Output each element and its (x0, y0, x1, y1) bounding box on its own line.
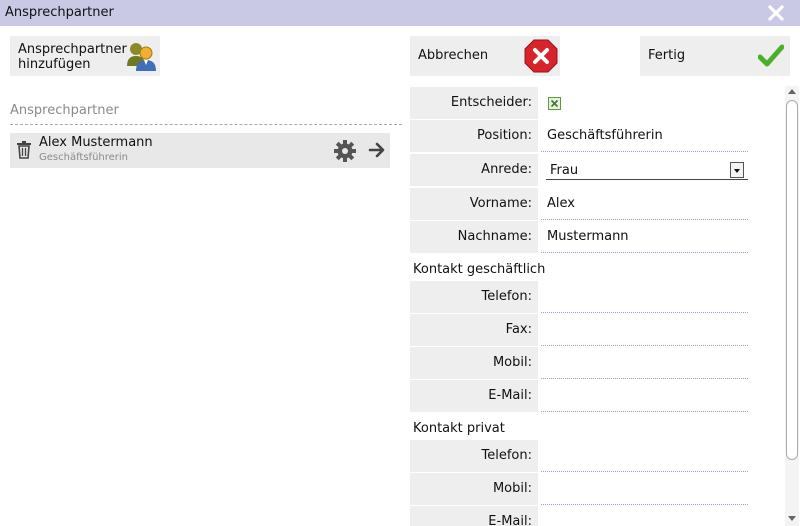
entscheider-label: Entscheider: (410, 87, 538, 119)
position-label: Position: (410, 120, 538, 152)
business-telefon-label: Telefon: (410, 281, 538, 313)
business-email-input[interactable] (541, 380, 748, 412)
business-contact-heading: Kontakt geschäftlich (413, 262, 546, 277)
divider (10, 124, 402, 125)
row-private-email: E-Mail: (410, 506, 750, 526)
private-contact-heading: Kontakt privat (413, 421, 505, 436)
scroll-up-icon[interactable] (788, 89, 796, 94)
vorname-input[interactable]: Alex (541, 188, 748, 220)
arrow-right-icon[interactable] (368, 141, 386, 159)
row-business-email: E-Mail: (410, 380, 750, 412)
nachname-input[interactable]: Mustermann (541, 221, 748, 253)
position-input[interactable]: Geschäftsführerin (541, 120, 748, 152)
private-email-label: E-Mail: (410, 506, 538, 526)
row-vorname: Vorname: Alex (410, 188, 750, 220)
cancel-x-icon (524, 39, 558, 73)
contact-name: Alex Mustermann (39, 135, 153, 150)
anrede-select[interactable]: Frau (546, 161, 748, 180)
gear-icon[interactable] (333, 139, 357, 163)
contacts-heading: Ansprechpartner (10, 103, 119, 118)
row-private-mobil: Mobil: (410, 473, 750, 505)
row-business-telefon: Telefon: (410, 281, 750, 313)
title-bar: Ansprechpartner (0, 0, 800, 26)
scroll-thumb[interactable] (786, 100, 798, 460)
done-button[interactable]: Fertig (640, 36, 790, 76)
add-contact-button[interactable]: Ansprechpartner hinzufügen (10, 36, 160, 76)
vorname-label: Vorname: (410, 188, 538, 220)
private-email-input[interactable] (541, 506, 748, 526)
users-icon (127, 43, 156, 71)
contact-role: Geschäftsführerin (39, 152, 129, 163)
row-anrede: Anrede: Frau (410, 154, 750, 186)
row-private-telefon: Telefon: (410, 440, 750, 472)
form-scrollbar[interactable] (785, 86, 799, 526)
add-contact-label: Ansprechpartner hinzufügen (18, 42, 127, 72)
business-email-label: E-Mail: (410, 380, 538, 412)
private-telefon-label: Telefon: (410, 440, 538, 472)
business-fax-input[interactable] (541, 314, 748, 346)
row-business-mobil: Mobil: (410, 347, 750, 379)
scroll-down-icon[interactable] (788, 516, 796, 521)
close-icon[interactable] (766, 3, 786, 23)
checkmark-icon (758, 44, 784, 67)
row-nachname: Nachname: Mustermann (410, 221, 750, 253)
business-telefon-input[interactable] (541, 281, 748, 313)
chevron-down-icon[interactable] (730, 162, 744, 178)
contact-list-item[interactable]: Alex Mustermann Geschäftsführerin (10, 133, 390, 168)
business-fax-label: Fax: (410, 314, 538, 346)
nachname-label: Nachname: (410, 221, 538, 253)
trash-icon[interactable] (16, 141, 32, 159)
row-business-fax: Fax: (410, 314, 750, 346)
row-position: Position: Geschäftsführerin (410, 120, 750, 152)
anrede-selected-value: Frau (550, 163, 579, 178)
row-entscheider: Entscheider: (410, 87, 750, 119)
private-mobil-input[interactable] (541, 473, 748, 505)
private-mobil-label: Mobil: (410, 473, 538, 505)
window-title: Ansprechpartner (5, 5, 114, 20)
entscheider-checkbox[interactable] (548, 97, 561, 110)
business-mobil-label: Mobil: (410, 347, 538, 379)
cancel-button[interactable]: Abbrechen (410, 36, 560, 76)
private-telefon-input[interactable] (541, 440, 748, 472)
anrede-label: Anrede: (410, 154, 538, 186)
cancel-label: Abbrechen (418, 48, 489, 63)
done-label: Fertig (648, 48, 686, 63)
business-mobil-input[interactable] (541, 347, 748, 379)
